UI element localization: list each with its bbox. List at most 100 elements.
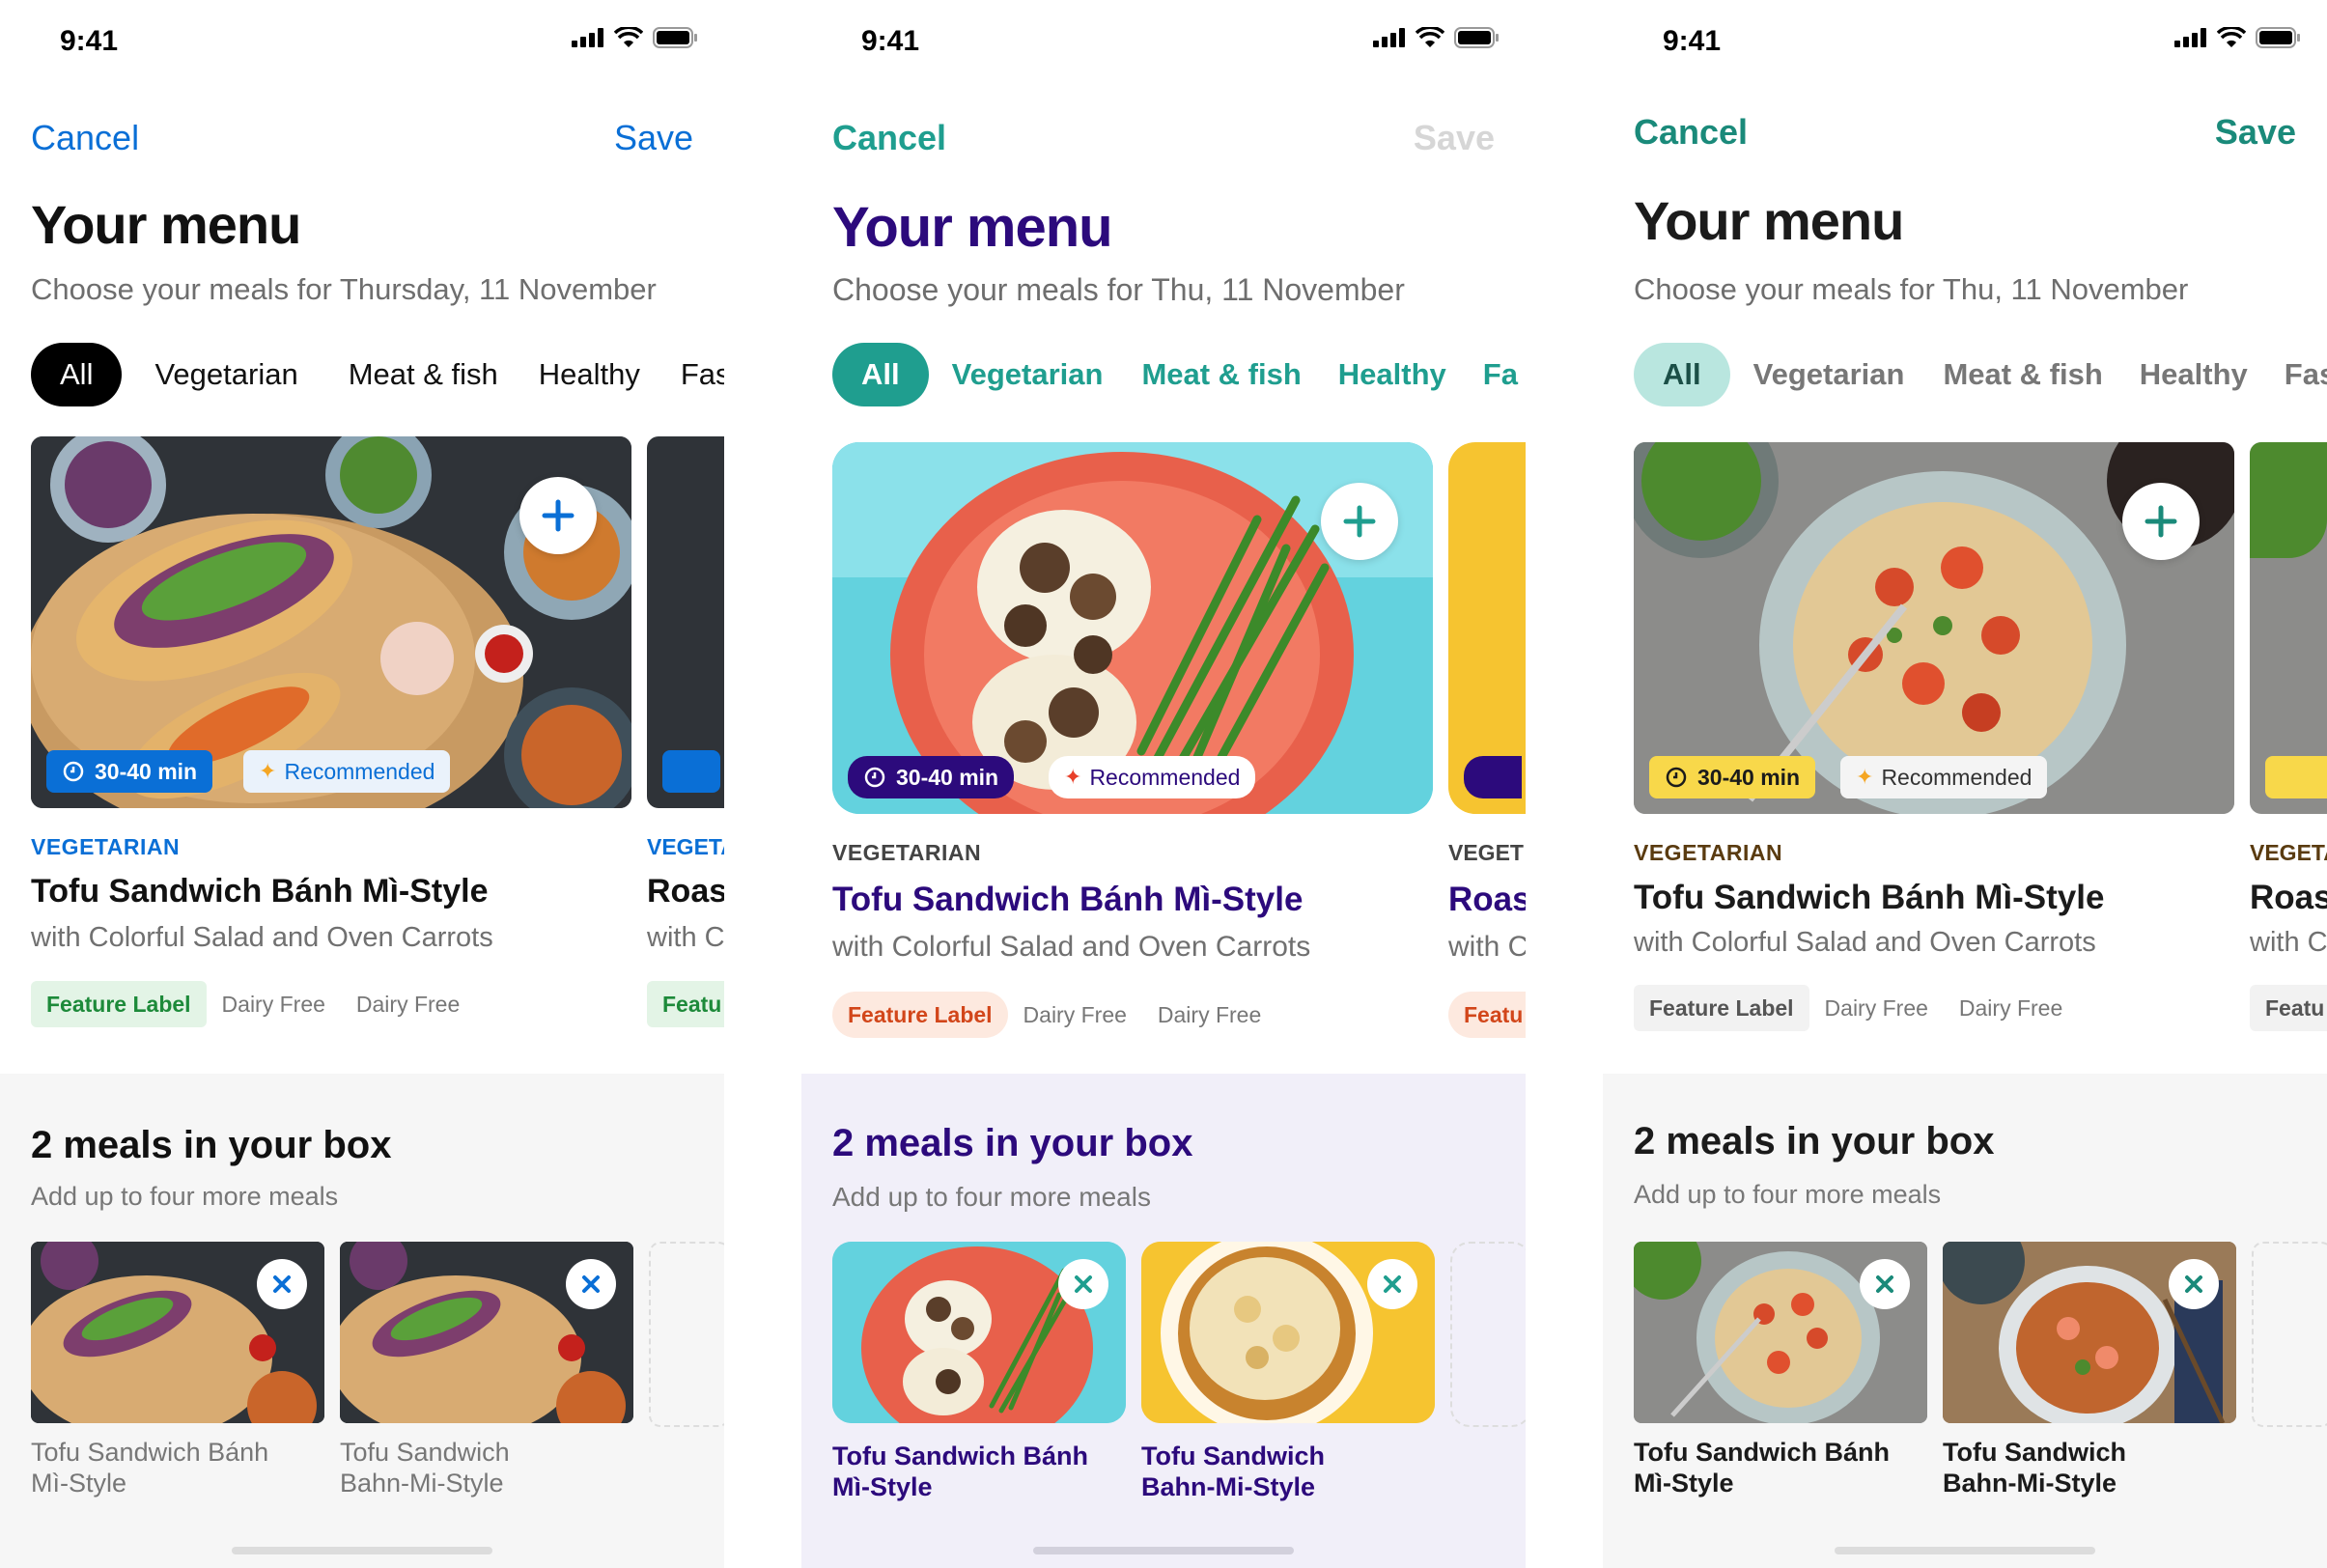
add-meal-button[interactable]	[519, 477, 597, 554]
box-title: 2 meals in your box	[31, 1124, 392, 1166]
save-button[interactable]: Save	[614, 118, 693, 158]
sparkle-icon: ✦	[1856, 765, 1874, 789]
time-badge: 30-40 min	[848, 756, 1015, 798]
peek-time-badge	[662, 750, 720, 793]
clock-icon	[63, 761, 84, 782]
filter-tab-fast[interactable]: Fast	[2269, 343, 2327, 406]
filter-tab-meat-fish[interactable]: Meat & fish	[1126, 343, 1316, 406]
meal-name-line: Tofu Sandwich Bánh	[31, 1438, 269, 1467]
time-badge: 30-40 min	[1649, 756, 1816, 798]
meal-name-line: Tofu Sandwich Bánh	[1634, 1438, 1890, 1467]
selected-meal-thumbnail[interactable]	[31, 1242, 324, 1423]
feature-label-tag: Feature Label	[31, 981, 207, 1027]
plus-icon	[542, 499, 575, 532]
cancel-button[interactable]: Cancel	[31, 118, 139, 158]
remove-meal-button[interactable]	[566, 1259, 616, 1309]
home-indicator[interactable]	[232, 1547, 492, 1554]
peek-subtitle: with C	[2250, 927, 2327, 958]
filter-tab-meat-fish[interactable]: Meat & fish	[1927, 343, 2117, 406]
remove-meal-button[interactable]	[1860, 1259, 1910, 1309]
meal-category: VEGETARIAN	[1634, 840, 1783, 865]
filter-tabs: All Vegetarian Meat & fish Healthy Fa	[832, 343, 1526, 406]
filter-tab-healthy[interactable]: Healthy	[1323, 343, 1462, 406]
battery-icon	[653, 27, 697, 48]
page-title: Your menu	[31, 194, 301, 255]
selected-meal-thumbnail[interactable]	[1141, 1242, 1435, 1423]
status-time: 9:41	[1663, 25, 1722, 57]
selected-meal-thumbnail[interactable]	[1943, 1242, 2236, 1423]
peek-subtitle: with C	[1448, 931, 1526, 963]
selected-meal-name: Tofu Sandwich Bánh Mì-Style	[832, 1441, 1122, 1502]
remove-meal-button[interactable]	[257, 1259, 307, 1309]
meal-card-image[interactable]: 30-40 min ✦ Recommended	[832, 442, 1433, 814]
filter-tab-vegetarian[interactable]: Vegetarian	[1736, 343, 1922, 406]
meal-tags: Feature Label Dairy Free Dairy Free	[832, 992, 1276, 1038]
save-button[interactable]: Save	[1414, 118, 1495, 158]
empty-meal-slot[interactable]	[649, 1242, 724, 1427]
peek-time-badge	[1464, 756, 1522, 798]
meal-name-line: Mì-Style	[1634, 1469, 1734, 1498]
meal-subtitle: with Colorful Salad and Oven Carrots	[31, 922, 493, 953]
meal-name-line: Bahn-Mi-Style	[1141, 1472, 1316, 1501]
meal-title[interactable]: Tofu Sandwich Bánh Mì-Style	[832, 881, 1303, 919]
filter-tab-healthy[interactable]: Healthy	[521, 343, 658, 406]
meal-subtitle: with Colorful Salad and Oven Carrots	[832, 931, 1311, 963]
remove-meal-button[interactable]	[1367, 1259, 1417, 1309]
filter-tab-fast[interactable]: Fa	[1468, 343, 1526, 406]
peek-title: Roas	[647, 873, 724, 910]
dairy-free-tag: Dairy Free	[1023, 1001, 1127, 1027]
meal-card-image[interactable]: 30-40 min ✦ Recommended	[31, 436, 631, 808]
selected-meal-thumbnail[interactable]	[340, 1242, 633, 1423]
next-card-peek[interactable]	[647, 436, 724, 808]
meal-category: VEGETARIAN	[832, 840, 982, 865]
sparkle-icon: ✦	[1064, 765, 1082, 789]
clock-icon	[864, 767, 885, 788]
wifi-icon	[614, 27, 643, 47]
empty-meal-slot[interactable]	[2252, 1242, 2327, 1427]
peek-feature-tag: Featu	[2250, 985, 2327, 1031]
cancel-button[interactable]: Cancel	[832, 118, 946, 158]
meal-subtitle: with Colorful Salad and Oven Carrots	[1634, 927, 2096, 958]
empty-meal-slot[interactable]	[1450, 1242, 1526, 1427]
add-meal-button[interactable]	[2122, 483, 2200, 560]
close-icon	[1384, 1275, 1401, 1293]
filter-tab-meat-fish[interactable]: Meat & fish	[331, 343, 516, 406]
feature-label-tag: Feature Label	[1634, 985, 1809, 1031]
recommended-badge: ✦ Recommended	[243, 750, 451, 793]
meal-title[interactable]: Tofu Sandwich Bánh Mì-Style	[1634, 879, 2104, 917]
meal-title[interactable]: Tofu Sandwich Bánh Mì-Style	[31, 873, 489, 910]
dairy-free-tag: Dairy Free	[1824, 994, 1928, 1021]
remove-meal-button[interactable]	[2169, 1259, 2219, 1309]
home-indicator[interactable]	[1835, 1547, 2095, 1554]
box-title: 2 meals in your box	[1634, 1120, 1995, 1162]
page-subtitle: Choose your meals for Thursday, 11 Novem…	[31, 272, 657, 306]
selected-meal-thumbnail[interactable]	[1634, 1242, 1927, 1423]
signal-icon	[1373, 28, 1405, 47]
home-indicator[interactable]	[1033, 1547, 1294, 1554]
cancel-button[interactable]: Cancel	[1634, 112, 1748, 153]
next-card-peek[interactable]	[1448, 442, 1526, 814]
peek-category: VEGETA	[2250, 840, 2327, 865]
filter-tab-healthy[interactable]: Healthy	[2124, 343, 2263, 406]
filter-tab-vegetarian[interactable]: Vegetarian	[127, 343, 324, 406]
phone-variant-3: 9:41 Cancel Save Your menu Choose your m…	[1603, 0, 2327, 1568]
meal-card-image[interactable]: 30-40 min ✦ Recommended	[1634, 442, 2234, 814]
add-meal-button[interactable]	[1321, 483, 1398, 560]
battery-icon	[2256, 27, 2300, 48]
filter-tab-all[interactable]: All	[832, 343, 929, 406]
selected-meal-thumbnail[interactable]	[832, 1242, 1126, 1423]
save-button[interactable]: Save	[2215, 112, 2296, 153]
filter-tabs: All Vegetarian Meat & fish Healthy Fast	[31, 343, 724, 406]
wifi-icon	[1416, 27, 1444, 47]
box-subtitle: Add up to four more meals	[31, 1182, 339, 1211]
filter-tab-all[interactable]: All	[1634, 343, 1730, 406]
dairy-free-tag: Dairy Free	[1958, 994, 2063, 1021]
remove-meal-button[interactable]	[1058, 1259, 1108, 1309]
next-card-peek[interactable]	[2250, 442, 2327, 814]
selected-meal-name: Tofu Sandwich Bahn-Mi-Style	[1141, 1441, 1431, 1502]
filter-tabs: All Vegetarian Meat & fish Healthy Fast	[1634, 343, 2327, 406]
filter-tab-vegetarian[interactable]: Vegetarian	[935, 343, 1121, 406]
filter-tab-fast[interactable]: Fast	[663, 343, 724, 406]
filter-tab-all[interactable]: All	[31, 343, 123, 406]
meal-name-line: Tofu Sandwich	[340, 1438, 510, 1467]
